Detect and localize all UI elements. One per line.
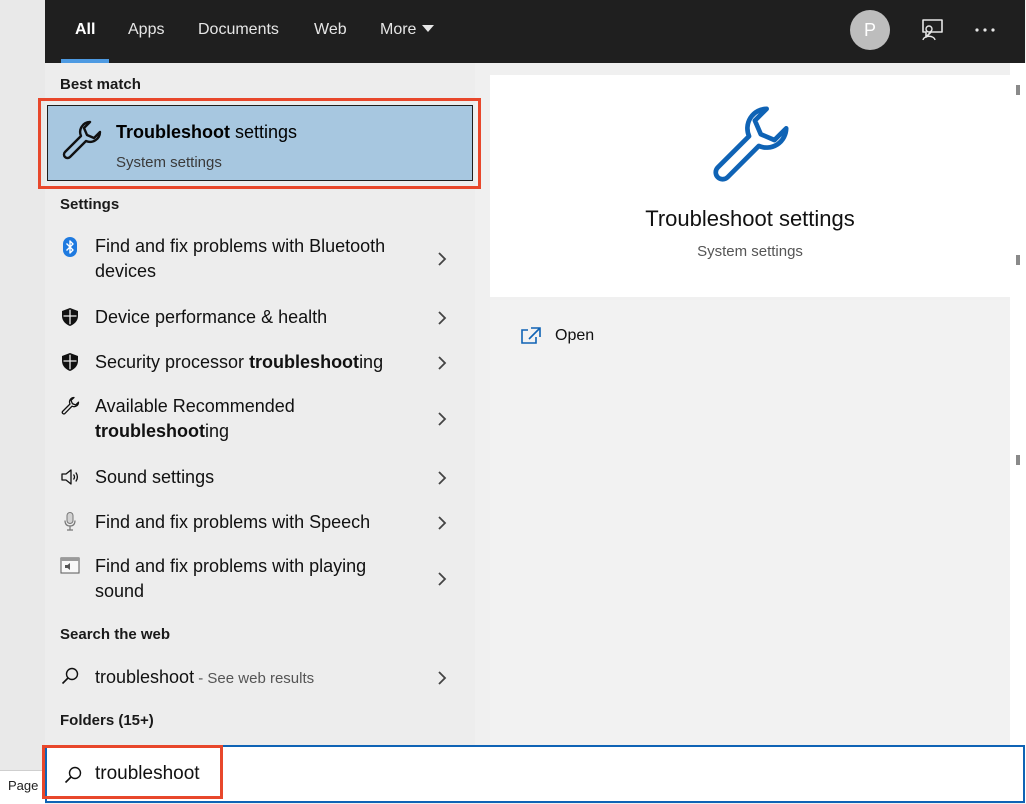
chevron-right-icon — [438, 471, 447, 485]
section-folders[interactable]: Folders (15+) — [60, 712, 154, 729]
highlight-callout-search-box — [42, 745, 223, 799]
preview-actions: Open — [490, 300, 1010, 745]
tab-documents[interactable]: Documents — [198, 0, 279, 63]
tab-web[interactable]: Web — [314, 0, 347, 63]
background-page-label: Page — [8, 778, 39, 793]
feedback-icon[interactable] — [918, 16, 948, 46]
speaker-icon — [61, 469, 79, 485]
chevron-right-icon — [438, 252, 447, 266]
chevron-right-icon — [438, 412, 447, 426]
tab-more-label: More — [380, 21, 417, 38]
settings-item-label: Find and fix problems with Speech — [95, 512, 371, 532]
settings-item-device-performance[interactable]: Device performance & health — [45, 303, 475, 331]
settings-item-label: Find and fix problems with Bluetooth devi… — [95, 236, 386, 281]
open-icon — [521, 327, 541, 344]
search-icon — [61, 667, 79, 685]
settings-item-security-processor[interactable]: Security processor troubleshooting — [45, 348, 475, 376]
preview-subtitle: System settings — [697, 243, 803, 260]
settings-item-bluetooth[interactable]: Find and fix problems with Bluetooth devi… — [45, 233, 475, 285]
settings-item-playing-sound[interactable]: Find and fix problems with playing sound — [45, 553, 475, 605]
shield-icon — [62, 353, 78, 371]
settings-item-label: Sound settings — [95, 467, 215, 487]
user-avatar[interactable]: P — [850, 10, 890, 50]
web-result-item[interactable]: troubleshoot - See web results — [45, 663, 475, 691]
tab-more[interactable]: More — [380, 0, 435, 63]
preview-card: Troubleshoot settings System settings — [490, 75, 1010, 297]
chevron-down-icon — [422, 25, 435, 33]
microphone-icon — [64, 512, 76, 531]
chevron-right-icon — [438, 356, 447, 370]
settings-item-label: Find and fix problems with playing sound — [95, 556, 367, 601]
settings-item-label: Device performance & health — [95, 307, 328, 327]
windows-search-panel: All Apps Documents Web More P Best match… — [38, 0, 1025, 803]
section-best-match: Best match — [60, 76, 141, 93]
highlight-callout-best-match — [38, 98, 481, 189]
chevron-right-icon — [438, 311, 447, 325]
settings-item-speech[interactable]: Find and fix problems with Speech — [45, 508, 475, 536]
web-result-label: troubleshoot - See web results — [95, 667, 315, 687]
more-options-icon[interactable] — [970, 16, 1000, 46]
settings-item-recommended-troubleshooting[interactable]: Available Recommended troubleshooting — [45, 393, 475, 445]
wrench-icon — [61, 396, 80, 415]
wrench-icon — [713, 106, 789, 182]
tab-all[interactable]: All — [60, 0, 111, 63]
chevron-right-icon — [438, 516, 447, 530]
section-settings: Settings — [60, 196, 120, 213]
bluetooth-icon — [63, 237, 77, 257]
settings-item-label: Security processor troubleshooting — [95, 352, 384, 372]
search-filter-bar: All Apps Documents Web More P — [45, 0, 1025, 63]
shield-icon — [62, 308, 78, 326]
tab-apps[interactable]: Apps — [128, 0, 164, 63]
sound-window-icon — [60, 557, 80, 574]
chevron-right-icon — [438, 671, 447, 685]
settings-item-label: Available Recommended troubleshooting — [95, 396, 295, 441]
chevron-right-icon — [438, 572, 447, 586]
settings-item-sound[interactable]: Sound settings — [45, 463, 475, 491]
open-label: Open — [555, 327, 595, 344]
preview-title: Troubleshoot settings — [645, 206, 855, 231]
section-search-web: Search the web — [60, 626, 171, 643]
